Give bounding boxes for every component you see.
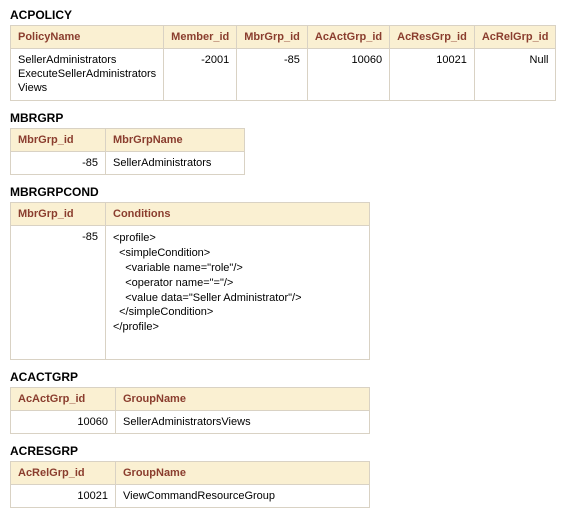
mbrgrp-header-row: MbrGrp_id MbrGrpName bbox=[11, 129, 245, 152]
acresgrp-table: AcRelGrp_id GroupName 10021 ViewCommandR… bbox=[10, 461, 370, 508]
acpolicy-h-acactgrpid: AcActGrp_id bbox=[307, 26, 389, 49]
acpolicy-h-acrelgrpid: AcRelGrp_id bbox=[474, 26, 556, 49]
acpolicy-acresgrpid: 10021 bbox=[390, 49, 475, 101]
acresgrp-name: ViewCommandResourceGroup bbox=[116, 485, 370, 508]
acresgrp-h-id: AcRelGrp_id bbox=[11, 462, 116, 485]
mbrgrpcond-h-id: MbrGrp_id bbox=[11, 203, 106, 226]
acactgrp-h-name: GroupName bbox=[116, 388, 370, 411]
acpolicy-header-row: PolicyName Member_id MbrGrp_id AcActGrp_… bbox=[11, 26, 556, 49]
acactgrp-header-row: AcActGrp_id GroupName bbox=[11, 388, 370, 411]
acpolicy-memberid: -2001 bbox=[164, 49, 237, 101]
mbrgrpcond-table: MbrGrp_id Conditions -85 <profile> <simp… bbox=[10, 202, 370, 360]
acpolicy-acactgrpid: 10060 bbox=[307, 49, 389, 101]
acactgrp-name: SellerAdministratorsViews bbox=[116, 411, 370, 434]
mbrgrp-h-id: MbrGrp_id bbox=[11, 129, 106, 152]
acpolicy-title: ACPOLICY bbox=[10, 8, 554, 22]
acactgrp-title: ACACTGRP bbox=[10, 370, 554, 384]
table-row: -85 SellerAdministrators bbox=[11, 152, 245, 175]
mbrgrp-title: MBRGRP bbox=[10, 111, 554, 125]
acactgrp-table: AcActGrp_id GroupName 10060 SellerAdmini… bbox=[10, 387, 370, 434]
acpolicy-h-acresgrpid: AcResGrp_id bbox=[390, 26, 475, 49]
acpolicy-mbrgrpid: -85 bbox=[237, 49, 308, 101]
table-row: 10021 ViewCommandResourceGroup bbox=[11, 485, 370, 508]
mbrgrp-table: MbrGrp_id MbrGrpName -85 SellerAdministr… bbox=[10, 128, 245, 175]
acpolicy-policyname: SellerAdministrators ExecuteSellerAdmini… bbox=[11, 49, 164, 101]
acpolicy-table: PolicyName Member_id MbrGrp_id AcActGrp_… bbox=[10, 25, 556, 101]
acresgrp-header-row: AcRelGrp_id GroupName bbox=[11, 462, 370, 485]
acpolicy-h-policyname: PolicyName bbox=[11, 26, 164, 49]
mbrgrp-name: SellerAdministrators bbox=[106, 152, 245, 175]
table-row: SellerAdministrators ExecuteSellerAdmini… bbox=[11, 49, 556, 101]
page: ACPOLICY PolicyName Member_id MbrGrp_id … bbox=[0, 0, 564, 516]
table-row: 10060 SellerAdministratorsViews bbox=[11, 411, 370, 434]
acpolicy-h-mbrgrpid: MbrGrp_id bbox=[237, 26, 308, 49]
acactgrp-id: 10060 bbox=[11, 411, 116, 434]
acresgrp-id: 10021 bbox=[11, 485, 116, 508]
mbrgrp-id: -85 bbox=[11, 152, 106, 175]
mbrgrpcond-id: -85 bbox=[11, 226, 106, 360]
mbrgrpcond-title: MBRGRPCOND bbox=[10, 185, 554, 199]
table-row: -85 <profile> <simpleCondition> <variabl… bbox=[11, 226, 370, 360]
acpolicy-acrelgrpid: Null bbox=[474, 49, 556, 101]
mbrgrpcond-h-cond: Conditions bbox=[106, 203, 370, 226]
mbrgrpcond-header-row: MbrGrp_id Conditions bbox=[11, 203, 370, 226]
acactgrp-h-id: AcActGrp_id bbox=[11, 388, 116, 411]
mbrgrpcond-conditions: <profile> <simpleCondition> <variable na… bbox=[106, 226, 370, 360]
acresgrp-title: ACRESGRP bbox=[10, 444, 554, 458]
acresgrp-h-name: GroupName bbox=[116, 462, 370, 485]
mbrgrp-h-name: MbrGrpName bbox=[106, 129, 245, 152]
acpolicy-h-memberid: Member_id bbox=[164, 26, 237, 49]
